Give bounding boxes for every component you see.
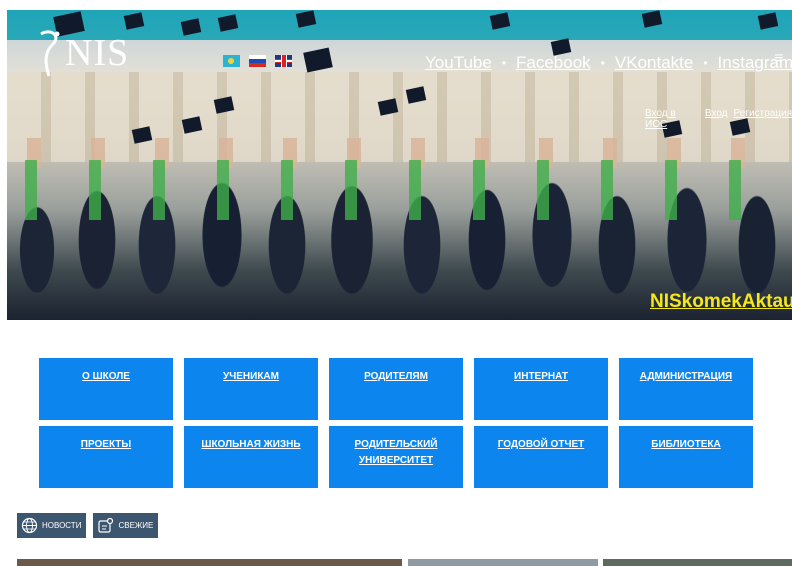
section-navigation: О ШКОЛЕ УЧЕНИКАМ РОДИТЕЛЯМ ИНТЕРНАТ АДМИ… bbox=[39, 358, 753, 488]
separator: • bbox=[703, 56, 708, 70]
news-thumbnail[interactable] bbox=[408, 559, 598, 566]
cap-icon bbox=[217, 14, 239, 32]
nav-tile-projects[interactable]: ПРОЕКТЫ bbox=[39, 426, 173, 488]
language-switcher bbox=[223, 55, 292, 67]
news-chip[interactable]: НОВОСТИ bbox=[17, 513, 87, 538]
nis-logo-icon bbox=[37, 28, 63, 78]
auth-links: Вход в ИОС Вход Регистрация bbox=[645, 108, 792, 130]
nav-tile-students[interactable]: УЧЕНИКАМ bbox=[184, 358, 318, 420]
news-chip-label: НОВОСТИ bbox=[42, 521, 82, 530]
cap-icon bbox=[295, 10, 317, 28]
en-flag-icon[interactable] bbox=[275, 55, 292, 67]
cap-icon bbox=[641, 10, 663, 28]
hashtag-link[interactable]: NISkomekAktau bbox=[650, 291, 792, 313]
nav-tile-school-life[interactable]: ШКОЛЬНАЯ ЖИЗНЬ bbox=[184, 426, 318, 488]
hero-banner: NIS YouTube • Facebook • VKontakte • Ins… bbox=[7, 10, 792, 320]
nav-tile-parents[interactable]: РОДИТЕЛЯМ bbox=[329, 358, 463, 420]
nav-tile-administration[interactable]: АДМИНИСТРАЦИЯ bbox=[619, 358, 753, 420]
vkontakte-link[interactable]: VKontakte bbox=[615, 53, 693, 73]
fresh-chip[interactable]: СВЕЖИЕ bbox=[93, 513, 159, 538]
fresh-chip-label: СВЕЖИЕ bbox=[118, 521, 154, 530]
nav-tile-parent-university[interactable]: РОДИТЕЛЬСКИЙ УНИВЕРСИТЕТ bbox=[329, 426, 463, 488]
cap-icon bbox=[180, 18, 202, 36]
register-link[interactable]: Регистрация bbox=[734, 108, 792, 130]
nav-tile-library[interactable]: БИБЛИОТЕКА bbox=[619, 426, 753, 488]
ios-login-link[interactable]: Вход в ИОС bbox=[645, 108, 699, 130]
ru-flag-icon[interactable] bbox=[249, 55, 266, 67]
social-links: YouTube • Facebook • VKontakte • Instagr… bbox=[425, 53, 792, 73]
cap-icon bbox=[489, 12, 511, 30]
login-link[interactable]: Вход bbox=[705, 108, 728, 130]
site-logo[interactable]: NIS bbox=[37, 28, 129, 78]
youtube-link[interactable]: YouTube bbox=[425, 53, 492, 73]
nav-tile-about[interactable]: О ШКОЛЕ bbox=[39, 358, 173, 420]
new-icon bbox=[98, 517, 114, 533]
facebook-link[interactable]: Facebook bbox=[516, 53, 591, 73]
nav-tile-boarding[interactable]: ИНТЕРНАТ bbox=[474, 358, 608, 420]
nav-tile-annual-report[interactable]: ГОДОВОЙ ОТЧЕТ bbox=[474, 426, 608, 488]
brand-name: NIS bbox=[65, 32, 130, 74]
cap-icon bbox=[303, 47, 333, 73]
kz-flag-icon[interactable] bbox=[223, 55, 240, 67]
feed-filters: НОВОСТИ СВЕЖИЕ bbox=[17, 513, 159, 538]
separator: • bbox=[600, 56, 605, 70]
globe-icon bbox=[21, 517, 38, 534]
separator: • bbox=[501, 56, 507, 70]
news-thumbnail[interactable] bbox=[17, 559, 402, 566]
news-thumbnail[interactable] bbox=[603, 559, 792, 566]
cap-icon bbox=[757, 12, 779, 30]
hamburger-menu-icon[interactable]: ≡ bbox=[774, 50, 783, 68]
hero-collars bbox=[7, 160, 792, 220]
